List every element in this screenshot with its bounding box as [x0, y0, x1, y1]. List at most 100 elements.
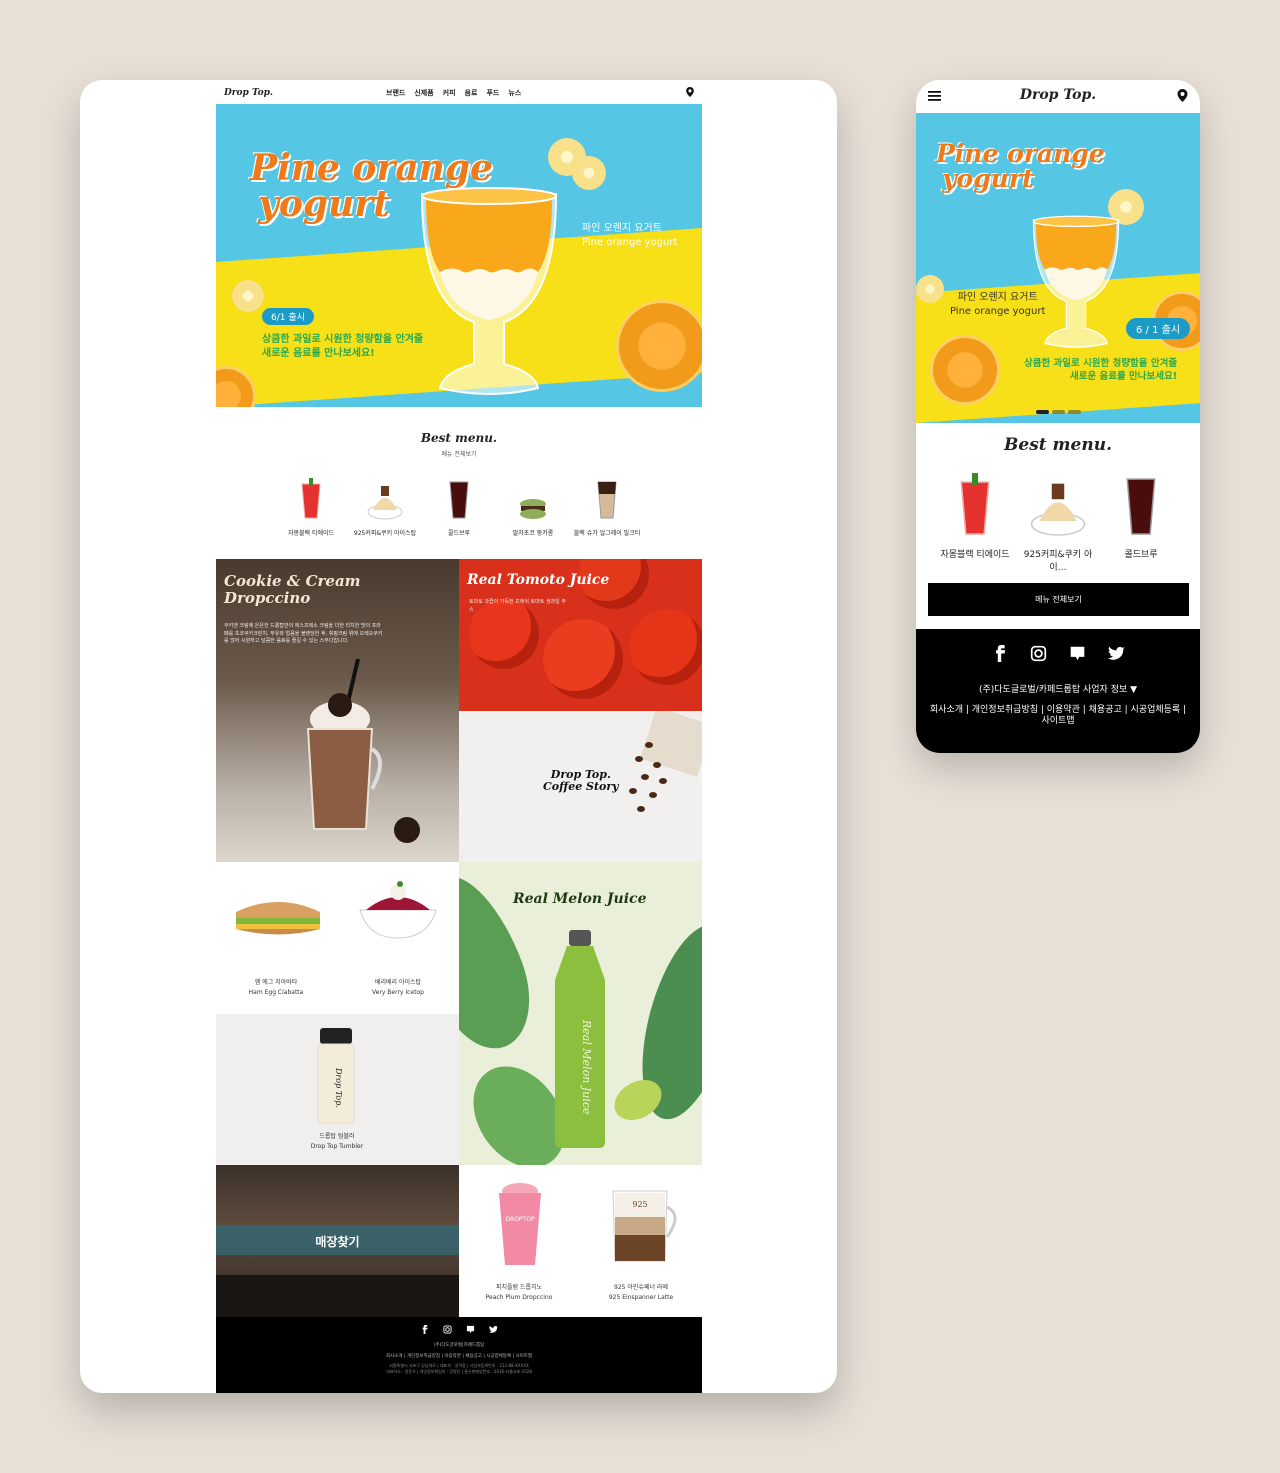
oreo-cookie-image — [394, 817, 420, 843]
desktop-footer-address: 서울특별시 서초구 강남대로 | 대표자 : 권혁중 | 사업자등록번호 : 2… — [216, 1363, 702, 1376]
hero-copy: 상큼한 과일로 시원한 청량함을 안겨줄 새로운 음료를 만나보세요! — [262, 333, 423, 360]
best-menu-item-label: 콜드브루 — [1124, 550, 1158, 560]
best-menu-item[interactable]: 925커피&쿠키 아이스탑 — [350, 476, 420, 537]
desktop-footer: (주)다도글로벌|카페드롭탑 회사소개 | 개인정보취급방침 | 이용약관 | … — [216, 1317, 702, 1393]
blog-icon[interactable] — [1069, 645, 1086, 662]
nav-item-coffee[interactable]: 커피 — [443, 88, 456, 98]
mobile-logo[interactable]: Drop Top. — [916, 87, 1200, 103]
peach-name-en: Peach Plum Dropccino — [485, 1294, 553, 1302]
pineapple-slice-image — [572, 156, 606, 190]
best-menu-view-all-link[interactable]: 메뉴 전체보기 — [216, 449, 702, 458]
nav-item-food[interactable]: 푸드 — [486, 88, 499, 98]
mobile-footer-links[interactable]: 회사소개 | 개인정보취급방침 | 이용약관 | 채용공고 | 시공업체등록 |… — [916, 705, 1200, 727]
carousel-dot-active[interactable] — [1036, 410, 1049, 414]
best-menu-item-label: 콜드브루 — [447, 530, 471, 537]
instagram-icon[interactable] — [1030, 645, 1047, 662]
best-menu-item[interactable]: 콜드브루 — [424, 476, 494, 537]
tile-cookie-cream[interactable]: Cookie & Cream Dropccino 쿠키앤 크림에 은은한 드롭탑… — [216, 559, 459, 862]
best-menu-item[interactable]: 콜드브루 — [1100, 467, 1182, 573]
desktop-footer-links[interactable]: 회사소개 | 개인정보취급방침 | 이용약관 | 채용공고 | 시공업체등록 |… — [216, 1353, 702, 1359]
hero-copy-line2: 새로운 음료를 만나보세요! — [262, 347, 375, 359]
tile-new-drinks[interactable]: DROPTOP 925 피치플럼 드롭치노 Peach Plum Dropcci… — [459, 1165, 702, 1317]
tomato-image — [543, 619, 623, 699]
latte-art-label: 925 — [632, 1200, 647, 1209]
hero-release-badge: 6/1 출시 — [262, 308, 314, 325]
orange-half-image — [930, 335, 1000, 405]
sandwich-caption: 햄 에그 치아바타 Ham Egg Ciabatta — [236, 978, 316, 998]
dessert-image — [350, 476, 420, 520]
mobile-hero-copy: 상큼한 과일로 시원한 청량함을 안겨줄 새로운 음료를 만나보세요! — [1024, 358, 1177, 384]
tile-store-finder[interactable]: 매장찾기 — [216, 1165, 459, 1317]
best-menu-item-label: 블랙 슈가 얼그레이 밀크티 — [573, 530, 641, 537]
drink-image — [1100, 467, 1182, 537]
instagram-icon[interactable] — [443, 1325, 452, 1334]
best-menu-item-label: 자몽블랙 티에이드 — [940, 550, 1010, 560]
desktop-nav: 브랜드 신제품 커피 음료 푸드 뉴스 — [386, 88, 521, 98]
desktop-logo[interactable]: Drop Top. — [224, 88, 273, 98]
tile-melon-juice[interactable]: Real Melon Juice Real Melon Juice — [459, 862, 702, 1165]
view-all-menu-button[interactable]: 메뉴 전체보기 — [928, 583, 1189, 616]
tumbler-name-en: Drop Top Tumbler — [310, 1143, 364, 1151]
drink-image — [424, 476, 494, 520]
carousel-dot[interactable] — [1052, 410, 1065, 414]
best-menu-item-label: 말차초코 뚱카롱 — [512, 530, 554, 537]
tumbler-caption: 드롭탑 텀블러 Drop Top Tumbler — [296, 1132, 378, 1152]
best-menu-item[interactable]: 블랙 슈가 얼그레이 밀크티 — [572, 476, 642, 537]
peach-plum-drink-image: DROPTOP — [499, 1183, 541, 1265]
best-menu-item[interactable]: 925커피&쿠키 아이… — [1017, 467, 1099, 573]
berry-name-en: Very Berry Icetop — [372, 989, 424, 997]
tomato-image — [629, 609, 702, 685]
facebook-icon[interactable] — [991, 645, 1008, 662]
pineapple-slice-image — [916, 275, 944, 303]
nav-item-new[interactable]: 신제품 — [414, 88, 433, 98]
tumbler-image: Drop Top. — [317, 1028, 355, 1124]
mobile-hero-title-line2: yogurt — [942, 164, 1034, 193]
desktop-preview-card: Drop Top. 브랜드 신제품 커피 음료 푸드 뉴스 Pine orang… — [80, 80, 837, 1393]
nav-item-drink[interactable]: 음료 — [465, 88, 478, 98]
best-menu-item[interactable]: 말차초코 뚱카롱 — [498, 476, 568, 537]
peach-name-kr: 피치플럼 드롭치노 — [495, 1284, 543, 1291]
peach-caption: 피치플럼 드롭치노 Peach Plum Dropccino — [479, 1283, 559, 1303]
desktop-social-links — [216, 1325, 702, 1334]
mobile-footer-company-toggle[interactable]: (주)다도글로벌/카페드롭탑 사업자 정보 ▼ — [916, 682, 1200, 695]
mobile-preview-card: Drop Top. Pine orange yogurt 파인 오렌지 요거트 … — [916, 80, 1200, 753]
twitter-icon[interactable] — [489, 1325, 498, 1334]
drink-image — [572, 476, 642, 520]
mobile-best-menu-title: Best menu. — [1004, 435, 1112, 455]
nav-item-brand[interactable]: 브랜드 — [386, 88, 405, 98]
berry-name-kr: 베리베리 아이스탑 — [374, 979, 422, 986]
map-pin-icon[interactable] — [1177, 89, 1188, 102]
cafe-floor-image — [216, 1275, 459, 1317]
mobile-hero-release-badge: 6 / 1 출시 — [1126, 318, 1191, 339]
nav-item-news[interactable]: 뉴스 — [508, 88, 521, 98]
sandwich-name-kr: 햄 에그 치아바타 — [254, 979, 298, 986]
footer-copyright-line: 대표이사 : 정윤우 | 개인정보책임자 : 강병진 | 통신판매업번호 : 2… — [386, 1369, 532, 1375]
best-menu-item[interactable]: 자몽블랙 티에이드 — [276, 476, 346, 537]
tile-coffee-story[interactable]: Drop Top. Coffee Story — [459, 711, 702, 862]
tile-food[interactable]: 햄 에그 치아바타 Ham Egg Ciabatta 베리베리 아이스탑 Ver… — [216, 862, 459, 1014]
blog-icon[interactable] — [466, 1325, 475, 1334]
facebook-icon[interactable] — [420, 1325, 429, 1334]
best-menu-item[interactable]: 자몽블랙 티에이드 — [934, 467, 1016, 573]
mobile-hero-title-line1: Pine orange — [936, 139, 1105, 168]
carousel-dot[interactable] — [1068, 410, 1081, 414]
yogurt-glass-image — [420, 187, 558, 395]
map-pin-icon[interactable] — [686, 87, 694, 97]
tile-tomato-juice[interactable]: Real Tomoto Juice 토마토 과즙이 가득한 프레쉬 토마토 생과… — [459, 559, 702, 711]
hero-name-kr: 파인 오렌지 요거트 — [582, 223, 662, 234]
desktop-footer-company[interactable]: (주)다도글로벌|카페드롭탑 — [216, 1342, 702, 1348]
hero-product-name: 파인 오렌지 요거트 Pine orange yogurt — [582, 222, 677, 249]
bottle-label: Real Melon Juice — [580, 1019, 593, 1115]
twitter-icon[interactable] — [1108, 645, 1125, 662]
mobile-hero-banner[interactable]: Pine orange yogurt 파인 오렌지 요거트 Pine orang… — [916, 113, 1200, 423]
cookie-tile-body: 쿠키앤 크림에 은은한 드롭탑만의 에스프레소 크림을 더한 리치한 맛의 프라… — [224, 623, 383, 644]
hero-name-en: Pine orange yogurt — [582, 236, 678, 248]
mobile-hero-name-kr: 파인 오렌지 요거트 — [957, 292, 1038, 303]
tile-tumbler[interactable]: Drop Top. 드롭탑 텀블러 Drop Top Tumbler — [216, 1014, 459, 1165]
yogurt-glass-image — [1032, 215, 1120, 348]
store-finder-label: 매장찾기 — [315, 1235, 360, 1249]
pineapple-slice-image — [232, 280, 264, 312]
desktop-best-menu: Best menu. 메뉴 전체보기 자몽블랙 티에이드 925커피&쿠키 아이… — [216, 407, 702, 559]
einspanner-latte-image: 925 — [612, 1190, 677, 1262]
desktop-hero-banner[interactable]: Pine orange yogurt 파인 오렌지 요거트 Pine orang… — [216, 104, 702, 407]
